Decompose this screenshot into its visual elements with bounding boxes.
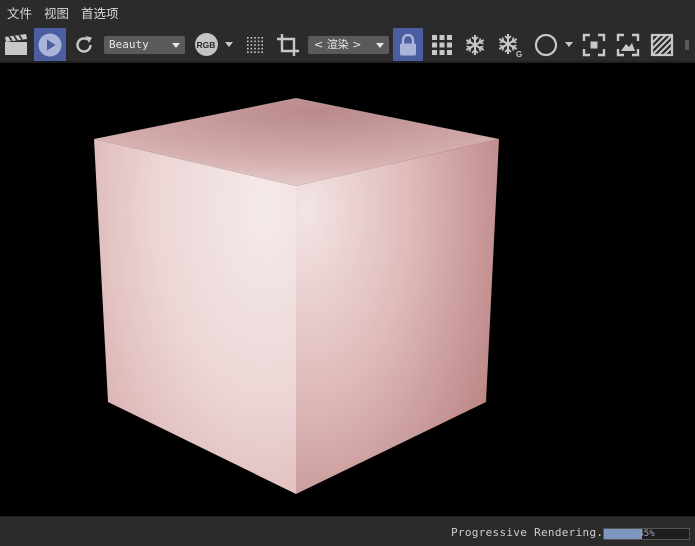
menu-file[interactable]: 文件 xyxy=(0,0,38,28)
circle-dropdown-arrow[interactable] xyxy=(562,28,576,61)
rendered-cube xyxy=(94,98,499,494)
chevron-down-icon xyxy=(225,42,233,47)
hatched-square-icon[interactable] xyxy=(648,28,676,61)
channel-dropdown-arrow[interactable] xyxy=(222,28,236,61)
dotted-grid-icon[interactable] xyxy=(243,28,267,61)
chevron-down-icon xyxy=(376,43,384,48)
render-mode-select[interactable]: < 渲染 > xyxy=(308,36,389,54)
chevron-down-icon xyxy=(172,43,180,48)
pass-select-value: Beauty xyxy=(109,38,149,51)
play-icon xyxy=(38,33,62,56)
render-viewport[interactable] xyxy=(0,63,695,516)
clapperboard-icon[interactable] xyxy=(2,28,30,61)
cube-right-face xyxy=(296,139,499,494)
crop-icon[interactable] xyxy=(274,28,302,61)
toolbar-overflow[interactable] xyxy=(681,28,693,61)
menu-view[interactable]: 视图 xyxy=(38,0,75,28)
render-mode-select-value: < 渲染 > xyxy=(314,38,362,51)
chevron-down-icon xyxy=(565,42,573,47)
cube-left-face xyxy=(94,139,296,494)
status-text: Progressive Rendering... xyxy=(451,526,618,539)
render-progress-bar: 45% xyxy=(603,528,690,540)
refresh-icon[interactable] xyxy=(71,28,97,61)
channel-badge-label: RGB xyxy=(194,33,218,56)
channel-badge[interactable]: RGB xyxy=(192,28,220,61)
lock-icon xyxy=(400,33,416,55)
status-bar: Progressive Rendering... 45% xyxy=(0,516,695,546)
menu-bar: 文件 视图 首选项 xyxy=(0,0,695,28)
grid-icon[interactable] xyxy=(428,28,456,61)
svg-text:G: G xyxy=(516,50,522,58)
progress-label: 45% xyxy=(638,529,655,539)
pass-select[interactable]: Beauty xyxy=(104,36,185,54)
snowflake-g-icon[interactable]: G xyxy=(495,28,525,61)
expand-frame-icon[interactable] xyxy=(614,28,642,61)
play-button[interactable] xyxy=(34,28,66,61)
focus-icon[interactable] xyxy=(580,28,608,61)
menu-preferences[interactable]: 首选项 xyxy=(75,0,125,28)
lock-button[interactable] xyxy=(393,28,423,61)
snowflake-icon[interactable] xyxy=(461,28,489,61)
circle-icon[interactable] xyxy=(531,28,561,61)
toolbar: Beauty RGB < 渲染 > G xyxy=(0,28,695,63)
